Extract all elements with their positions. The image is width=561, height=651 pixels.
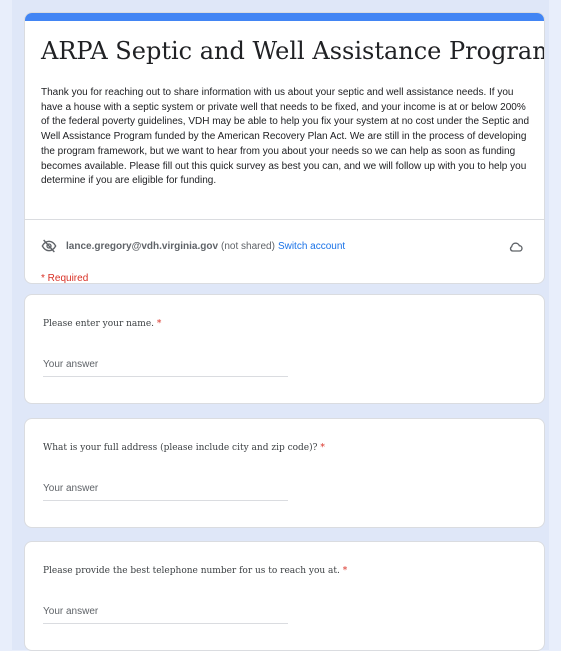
question-label: Please enter your name. * [43,319,162,329]
cloud-save-icon [509,242,523,252]
required-asterisk: * [156,319,162,329]
header-divider [25,219,544,220]
question-label: Please provide the best telephone number… [43,566,348,576]
accent-bar [25,13,544,21]
required-note: * Required [41,273,89,284]
form-header-card: ARPA Septic and Well Assistance Program … [24,12,545,284]
question-label: What is your full address (please includ… [43,443,325,453]
account-email: lance.gregory@vdh.virginia.gov [66,240,219,252]
required-asterisk: * [342,566,348,576]
question-card-address: What is your full address (please includ… [24,418,545,528]
not-shared-icon [41,239,57,253]
form-title: ARPA Septic and Well Assistance Program [41,37,545,65]
form-description: Thank you for reaching out to share info… [41,87,530,187]
switch-account-link[interactable]: Switch account [278,241,345,252]
account-row: lance.gregory@vdh.virginia.gov (not shar… [41,237,521,255]
question-card-name: Please enter your name. * [24,294,545,404]
not-shared-label: (not shared) [221,240,275,252]
phone-input[interactable] [43,602,288,624]
address-input[interactable] [43,479,288,501]
required-asterisk: * [320,443,325,453]
question-card-phone: Please provide the best telephone number… [24,541,545,651]
name-input[interactable] [43,355,288,377]
